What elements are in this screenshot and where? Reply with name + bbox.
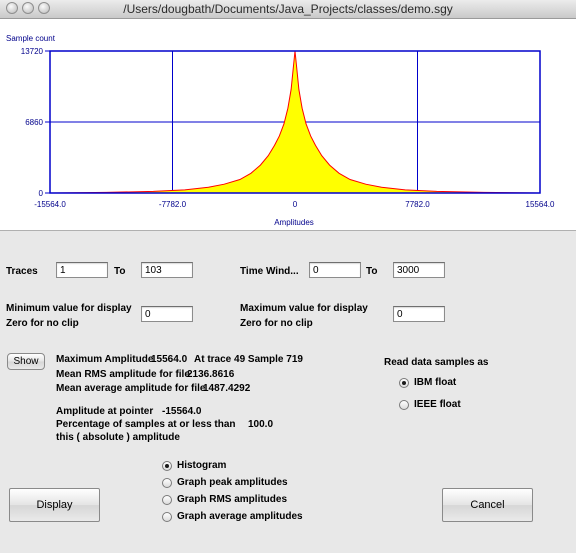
- radio-average-amplitudes[interactable]: Graph average amplitudes: [162, 511, 303, 522]
- traces-to-field[interactable]: [141, 262, 193, 278]
- radio-rms-amplitudes-indicator[interactable]: [162, 494, 172, 505]
- max-noclip-label: Zero for no clip: [240, 318, 313, 329]
- percentage-value: 100.0: [248, 419, 274, 430]
- traces-from-field[interactable]: [56, 262, 108, 278]
- window-title: /Users/dougbath/Documents/Java_Projects/…: [123, 2, 453, 16]
- time-window-label: Time Wind...: [240, 266, 299, 277]
- pointer-amplitude-value: -15564.0: [162, 406, 202, 417]
- radio-average-amplitudes-label: Graph average amplitudes: [177, 511, 303, 522]
- radio-ibm-float-indicator[interactable]: [399, 377, 409, 388]
- radio-peak-amplitudes[interactable]: Graph peak amplitudes: [162, 477, 288, 488]
- percentage-label-cont: this ( absolute ) amplitude: [56, 432, 180, 443]
- radio-ieee-float-indicator[interactable]: [399, 399, 409, 410]
- radio-rms-amplitudes[interactable]: Graph RMS amplitudes: [162, 494, 287, 505]
- time-window-from-field[interactable]: [309, 262, 361, 278]
- y-tick-label: 13720: [21, 47, 44, 56]
- x-tick-label: -7782.0: [159, 200, 187, 209]
- radio-histogram[interactable]: Histogram: [162, 460, 226, 471]
- rms-label: Mean RMS amplitude for file: [56, 369, 190, 380]
- min-display-field[interactable]: [141, 306, 193, 322]
- y-tick-label: 6860: [25, 118, 43, 127]
- avg-label: Mean average amplitude for file: [56, 383, 206, 394]
- min-noclip-label: Zero for no clip: [6, 318, 79, 329]
- radio-ibm-float-label: IBM float: [414, 377, 457, 388]
- display-button[interactable]: Display: [9, 488, 100, 522]
- time-window-to-label: To: [366, 266, 378, 277]
- radio-ieee-float-label: IEEE float: [414, 399, 461, 410]
- percentage-label: Percentage of samples at or less than: [56, 419, 236, 430]
- radio-histogram-label: Histogram: [177, 460, 227, 471]
- radio-peak-amplitudes-label: Graph peak amplitudes: [177, 477, 288, 488]
- radio-histogram-indicator[interactable]: [162, 460, 172, 471]
- radio-rms-amplitudes-label: Graph RMS amplitudes: [177, 494, 288, 505]
- x-tick-label: 7782.0: [405, 200, 430, 209]
- x-tick-label: 15564.0: [526, 200, 555, 209]
- y-axis-label: Sample count: [6, 34, 56, 43]
- histogram-chart[interactable]: Sample count Amplitudes -15564.0 -7782.0 0…: [0, 19, 576, 230]
- histogram-panel: Sample count Amplitudes -15564.0 -7782.0 0…: [0, 19, 576, 231]
- y-tick-label: 0: [39, 189, 44, 198]
- x-axis-label: Amplitudes: [274, 218, 314, 227]
- traces-label: Traces: [6, 266, 38, 277]
- pointer-amplitude-label: Amplitude at pointer: [56, 406, 154, 417]
- min-display-label: Minimum value for display: [6, 303, 132, 314]
- radio-average-amplitudes-indicator[interactable]: [162, 511, 172, 522]
- max-amplitude-label: Maximum Amplitude: [56, 354, 154, 365]
- window-titlebar: /Users/dougbath/Documents/Java_Projects/…: [0, 0, 576, 19]
- radio-peak-amplitudes-indicator[interactable]: [162, 477, 172, 488]
- show-button[interactable]: Show: [7, 353, 45, 370]
- rms-value: 2136.8616: [187, 369, 235, 380]
- read-as-label: Read data samples as: [384, 357, 489, 368]
- x-tick-label: 0: [293, 200, 298, 209]
- radio-ibm-float[interactable]: IBM float: [399, 377, 456, 388]
- max-amplitude-value: 15564.0: [151, 354, 188, 365]
- traces-to-label: To: [114, 266, 126, 277]
- max-display-label: Maximum value for display: [240, 303, 368, 314]
- max-amplitude-location: At trace 49 Sample 719: [194, 354, 303, 365]
- time-window-to-field[interactable]: [393, 262, 445, 278]
- avg-value: 1487.4292: [203, 383, 251, 394]
- x-tick-label: -15564.0: [34, 200, 66, 209]
- radio-ieee-float[interactable]: IEEE float: [399, 399, 461, 410]
- cancel-button[interactable]: Cancel: [442, 488, 533, 522]
- max-display-field[interactable]: [393, 306, 445, 322]
